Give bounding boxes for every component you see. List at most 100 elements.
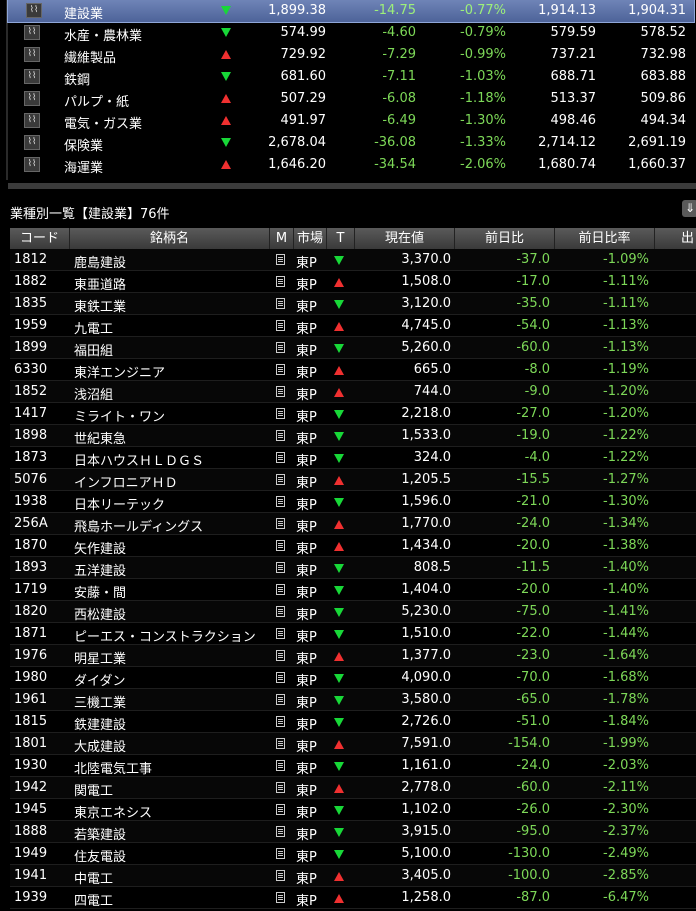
table-row[interactable]: 1835 東鉄工業 東P 3,120.0 -35.0 -1.11% xyxy=(10,293,696,315)
table-row[interactable]: 1815 鉄建建設 東P 2,726.0 -51.0 -1.84% xyxy=(10,711,696,733)
header-name[interactable]: 銘柄名 xyxy=(70,228,270,249)
memo-icon[interactable] xyxy=(276,364,285,375)
memo-icon[interactable] xyxy=(276,342,285,353)
table-row[interactable]: 1942 関電工 東P 2,778.0 -60.0 -2.11% xyxy=(10,777,696,799)
table-row[interactable]: 1801 大成建設 東P 7,591.0 -154.0 -1.99% xyxy=(10,733,696,755)
stock-name[interactable]: 東洋エンジニア xyxy=(74,362,165,381)
memo-icon[interactable] xyxy=(276,320,285,331)
memo-icon[interactable] xyxy=(276,716,285,727)
table-row[interactable]: 1820 西松建設 東P 5,230.0 -75.0 -1.41% xyxy=(10,601,696,623)
chart-icon[interactable]: ⌇⌇ xyxy=(24,113,40,128)
chart-icon[interactable]: ⌇⌇ xyxy=(24,25,40,40)
header-price[interactable]: 現在値 xyxy=(355,228,455,249)
table-row[interactable]: 1898 世紀東急 東P 1,533.0 -19.0 -1.22% xyxy=(10,425,696,447)
table-row[interactable]: 1852 浅沼組 東P 744.0 -9.0 -1.20% xyxy=(10,381,696,403)
table-row[interactable]: 1899 福田組 東P 5,260.0 -60.0 -1.13% xyxy=(10,337,696,359)
chart-icon[interactable]: ⌇⌇ xyxy=(24,157,40,172)
header-change[interactable]: 前日比 xyxy=(455,228,555,249)
table-row[interactable]: 1871 ピーエス・コンストラクション 東P 1,510.0 -22.0 -1.44% xyxy=(10,623,696,645)
stock-name[interactable]: 鉄建建設 xyxy=(74,714,126,733)
memo-icon[interactable] xyxy=(276,562,285,573)
chart-icon[interactable]: ⌇⌇ xyxy=(24,91,40,106)
memo-icon[interactable] xyxy=(276,518,285,529)
stock-name[interactable]: 福田組 xyxy=(74,340,113,359)
memo-icon[interactable] xyxy=(276,474,285,485)
sector-row[interactable]: ⌇⌇ 保険業 2,678.04 -36.08 -1.33% 2,714.12 2,691.1… xyxy=(8,132,694,154)
stock-name[interactable]: 関電工 xyxy=(74,780,113,799)
stock-name[interactable]: 東亜道路 xyxy=(74,274,126,293)
memo-icon[interactable] xyxy=(276,584,285,595)
header-code[interactable]: コード xyxy=(10,228,70,249)
stock-name[interactable]: 日本ハウスＨＬＤＧＳ xyxy=(74,450,204,469)
table-row[interactable]: 1870 矢作建設 東P 1,434.0 -20.0 -1.38% xyxy=(10,535,696,557)
table-row[interactable]: 1930 北陸電気工事 東P 1,161.0 -24.0 -2.03% xyxy=(10,755,696,777)
stock-name[interactable]: 東京エネシス xyxy=(74,802,152,821)
memo-icon[interactable] xyxy=(276,276,285,287)
stock-name[interactable]: 世紀東急 xyxy=(74,428,126,447)
stock-name[interactable]: 浅沼組 xyxy=(74,384,113,403)
table-row[interactable]: 1939 四電工 東P 1,258.0 -87.0 -6.47% xyxy=(10,887,696,909)
memo-icon[interactable] xyxy=(276,496,285,507)
stock-name[interactable]: ミライト・ワン xyxy=(74,406,165,425)
memo-icon[interactable] xyxy=(276,870,285,881)
stock-name[interactable]: 若築建設 xyxy=(74,824,126,843)
table-row[interactable]: 1812 鹿島建設 東P 3,370.0 -37.0 -1.09% xyxy=(10,249,696,271)
header-extra[interactable]: 出 xyxy=(655,228,696,249)
table-row[interactable]: 1417 ミライト・ワン 東P 2,218.0 -27.0 -1.20% xyxy=(10,403,696,425)
stock-name[interactable]: ダイダン xyxy=(74,670,125,689)
sector-row[interactable]: ⌇⌇ 海運業 1,646.20 -34.54 -2.06% 1,680.74 1,660.3… xyxy=(8,154,694,176)
stock-name[interactable]: 大成建設 xyxy=(74,736,126,755)
table-row[interactable]: 1941 中電工 東P 3,405.0 -100.0 -2.85% xyxy=(10,865,696,887)
memo-icon[interactable] xyxy=(276,848,285,859)
sector-row[interactable]: ⌇⌇ 鉄鋼 681.60 -7.11 -1.03% 688.71 683.88 xyxy=(8,66,694,88)
table-row[interactable]: 1882 東亜道路 東P 1,508.0 -17.0 -1.11% xyxy=(10,271,696,293)
table-row[interactable]: 256A 飛島ホールディングス 東P 1,770.0 -24.0 -1.34% xyxy=(10,513,696,535)
sector-row[interactable]: ⌇⌇ パルプ・紙 507.29 -6.08 -1.18% 513.37 509.86 xyxy=(8,88,694,110)
stock-name[interactable]: 中電工 xyxy=(74,868,113,887)
header-pct[interactable]: 前日比率 xyxy=(555,228,655,249)
table-row[interactable]: 5076 インフロニアＨＤ 東P 1,205.5 -15.5 -1.27% xyxy=(10,469,696,491)
horizontal-scrollbar[interactable] xyxy=(8,183,696,189)
memo-icon[interactable] xyxy=(276,672,285,683)
chart-icon[interactable]: ⌇⌇ xyxy=(24,47,40,62)
header-trend[interactable]: T xyxy=(327,228,355,249)
memo-icon[interactable] xyxy=(276,826,285,837)
table-row[interactable]: 1980 ダイダン 東P 4,090.0 -70.0 -1.68% xyxy=(10,667,696,689)
stock-name[interactable]: ピーエス・コンストラクション xyxy=(74,626,256,645)
table-row[interactable]: 1873 日本ハウスＨＬＤＧＳ 東P 324.0 -4.0 -1.22% xyxy=(10,447,696,469)
memo-icon[interactable] xyxy=(276,782,285,793)
stock-name[interactable]: 五洋建設 xyxy=(74,560,126,579)
stock-name[interactable]: 西松建設 xyxy=(74,604,126,623)
table-row[interactable]: 6330 東洋エンジニア 東P 665.0 -8.0 -1.19% xyxy=(10,359,696,381)
table-row[interactable]: 1949 住友電設 東P 5,100.0 -130.0 -2.49% xyxy=(10,843,696,865)
stock-name[interactable]: 九電工 xyxy=(74,318,113,337)
stock-name[interactable]: 鹿島建設 xyxy=(74,252,126,271)
stock-name[interactable]: 飛島ホールディングス xyxy=(74,516,203,535)
table-row[interactable]: 1959 九電工 東P 4,745.0 -54.0 -1.13% xyxy=(10,315,696,337)
memo-icon[interactable] xyxy=(276,738,285,749)
chart-icon[interactable]: ⌇⌇ xyxy=(24,135,40,150)
table-row[interactable]: 1938 日本リーテック 東P 1,596.0 -21.0 -1.30% xyxy=(10,491,696,513)
sector-row[interactable]: ⌇⌇ 水産・農林業 574.99 -4.60 -0.79% 579.59 578.52 xyxy=(8,22,694,44)
stock-name[interactable]: 四電工 xyxy=(74,890,113,909)
memo-icon[interactable] xyxy=(276,430,285,441)
memo-icon[interactable] xyxy=(276,452,285,463)
stock-name[interactable]: 東鉄工業 xyxy=(74,296,126,315)
sector-row[interactable]: ⌇⌇ 建設業 1,899.38 -14.75 -0.77% 1,914.13 1,904.3… xyxy=(7,0,695,23)
table-row[interactable]: 1888 若築建設 東P 3,915.0 -95.0 -2.37% xyxy=(10,821,696,843)
header-market[interactable]: 市場 xyxy=(294,228,327,249)
sector-row[interactable]: ⌇⌇ 繊維製品 729.92 -7.29 -0.99% 737.21 732.98 xyxy=(8,44,694,66)
stock-name[interactable]: 安藤・間 xyxy=(74,582,126,601)
memo-icon[interactable] xyxy=(276,694,285,705)
header-memo[interactable]: M xyxy=(270,228,294,249)
stock-name[interactable]: 日本リーテック xyxy=(74,494,165,513)
stock-name[interactable]: 明星工業 xyxy=(74,648,126,667)
stock-name[interactable]: 矢作建設 xyxy=(74,538,126,557)
table-row[interactable]: 1945 東京エネシス 東P 1,102.0 -26.0 -2.30% xyxy=(10,799,696,821)
memo-icon[interactable] xyxy=(276,628,285,639)
chart-icon[interactable]: ⌇⌇ xyxy=(26,3,42,18)
memo-icon[interactable] xyxy=(276,254,285,265)
memo-icon[interactable] xyxy=(276,760,285,771)
stock-name[interactable]: 住友電設 xyxy=(74,846,126,865)
scroll-down-icon[interactable]: ⇓ xyxy=(682,200,696,217)
